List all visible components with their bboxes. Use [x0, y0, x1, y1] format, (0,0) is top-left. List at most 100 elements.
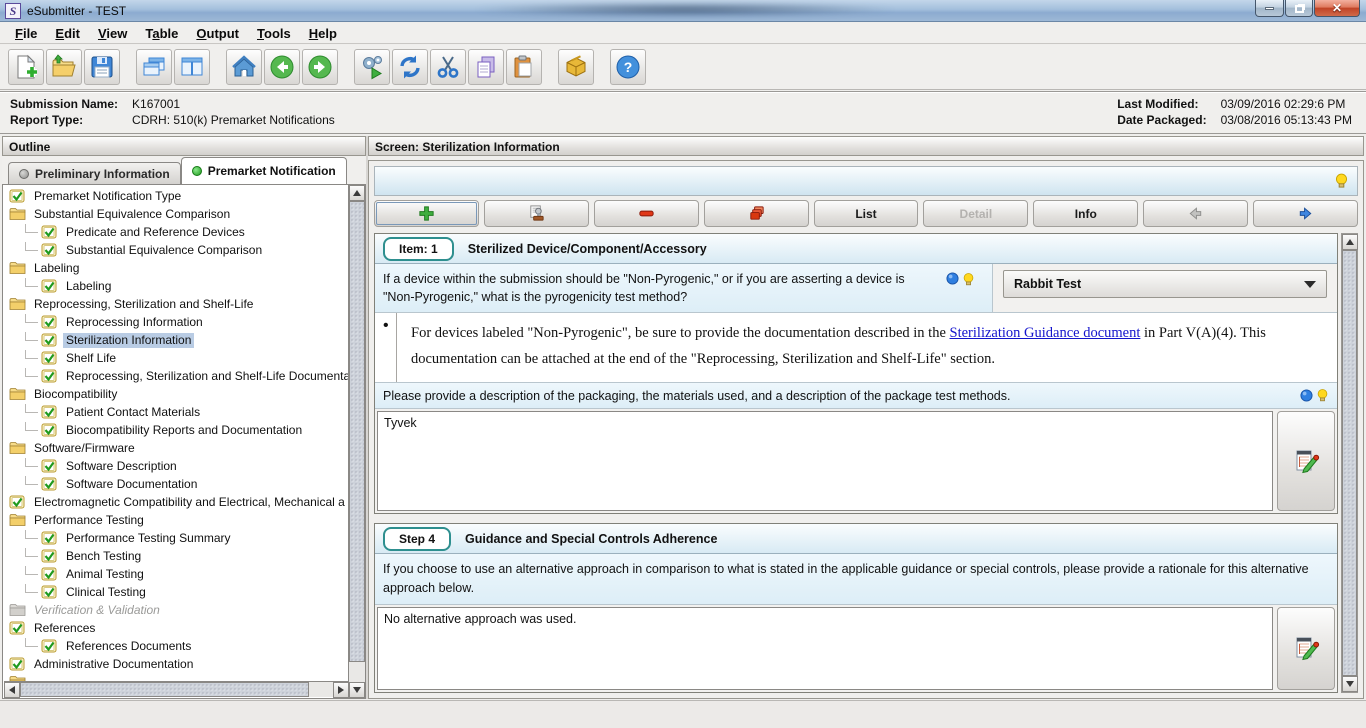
stamp-item-button[interactable]: [483, 200, 589, 227]
tree-item[interactable]: Labeling: [3, 277, 348, 295]
tree-item[interactable]: Biocompatibility: [3, 385, 348, 403]
tree-item[interactable]: Reprocessing Information: [3, 313, 348, 331]
copy-button[interactable]: [468, 49, 504, 85]
minimize-button[interactable]: [1255, 0, 1284, 17]
alternative-approach-answer-row: No alternative approach was used.: [375, 604, 1337, 692]
menu-help[interactable]: Help: [300, 24, 346, 43]
tree-item-label: Labeling: [34, 260, 80, 275]
tree-item[interactable]: Substantial Equivalence Comparison: [3, 205, 348, 223]
tree-item[interactable]: Reprocessing, Sterilization and Shelf-Li…: [3, 295, 348, 313]
tree-item[interactable]: Patient Contact Materials: [3, 403, 348, 421]
vertical-scrollbar-thumb[interactable]: [349, 201, 365, 662]
vertical-scrollbar-thumb[interactable]: [1342, 250, 1357, 676]
scroll-left-button[interactable]: [4, 682, 20, 698]
tree-item[interactable]: Software Description: [3, 457, 348, 475]
menu-table[interactable]: Table: [136, 24, 187, 43]
tree-item[interactable]: Performance Testing: [3, 511, 348, 529]
next-item-button[interactable]: [1253, 200, 1359, 227]
tree-item[interactable]: Biocompatibility Reports and Documentati…: [3, 421, 348, 439]
pyrogenicity-test-dropdown[interactable]: Rabbit Test: [1003, 270, 1327, 298]
packaging-answer-textarea[interactable]: Tyvek: [377, 411, 1273, 511]
scroll-right-button[interactable]: [333, 682, 348, 698]
scroll-down-button[interactable]: [349, 682, 365, 698]
screen-vertical-scrollbar[interactable]: [1341, 233, 1358, 693]
tab-premarket-notification[interactable]: Premarket Notification: [180, 157, 347, 184]
tree-item[interactable]: Electromagnetic Compatibility and Electr…: [3, 493, 348, 511]
tree-item[interactable]: Reprocessing, Sterilization and Shelf-Li…: [3, 367, 348, 385]
tree-item[interactable]: Premarket Notification Type: [3, 187, 348, 205]
menu-view[interactable]: View: [89, 24, 136, 43]
tree-item[interactable]: Shelf Life: [3, 349, 348, 367]
submission-info-bar: Submission Name: K167001 Report Type: CD…: [0, 91, 1366, 134]
tree-item[interactable]: Verification & Validation: [3, 601, 348, 619]
alternative-approach-textarea[interactable]: No alternative approach was used.: [377, 606, 1273, 690]
tree-item[interactable]: References Documents: [3, 637, 348, 655]
list-button[interactable]: List: [813, 200, 919, 227]
copy-icon: [477, 56, 495, 78]
tree-item-label: References: [34, 620, 96, 635]
back-button[interactable]: [264, 49, 300, 85]
menu-file[interactable]: File: [6, 24, 46, 43]
duplicate-icon: [749, 206, 764, 220]
menu-tools[interactable]: Tools: [248, 24, 300, 43]
horizontal-scrollbar-thumb[interactable]: [20, 682, 309, 697]
tree-item[interactable]: Predicate and Reference Devices: [3, 223, 348, 241]
lightbulb-icon[interactable]: [1316, 388, 1329, 403]
tree-item[interactable]: Substantial Equivalence Comparison: [3, 241, 348, 259]
scroll-up-button[interactable]: [349, 185, 365, 201]
lightbulb-icon[interactable]: [962, 272, 975, 287]
scroll-down-button[interactable]: [1342, 676, 1358, 692]
cascade-windows-button[interactable]: [136, 49, 172, 85]
package-button[interactable]: [558, 49, 594, 85]
tree-connector: [25, 547, 38, 557]
tree-item-label: Shelf Life: [66, 350, 117, 365]
tree-item[interactable]: Animal Testing: [3, 565, 348, 583]
tree-vertical-scrollbar[interactable]: [348, 185, 365, 698]
tree-horizontal-scrollbar[interactable]: [4, 681, 348, 698]
blue-dot-icon[interactable]: [1300, 389, 1313, 402]
tree-item[interactable]: References: [3, 619, 348, 637]
edit-alternative-approach-button[interactable]: [1277, 606, 1335, 690]
guidance-note-text: For devices labeled "Non-Pyrogenic", be …: [397, 313, 1337, 382]
close-button[interactable]: ✕: [1314, 0, 1360, 17]
tree-item[interactable]: Sterilization Information: [3, 331, 348, 349]
refresh-button[interactable]: [392, 49, 428, 85]
open-button[interactable]: [46, 49, 82, 85]
menu-edit[interactable]: Edit: [46, 24, 89, 43]
tree-item[interactable]: Performance Testing Summary: [3, 529, 348, 547]
edit-packaging-answer-button[interactable]: [1277, 411, 1335, 511]
sterilization-guidance-link[interactable]: Sterilization Guidance document: [950, 325, 1141, 341]
new-document-button[interactable]: [8, 49, 44, 85]
save-button[interactable]: [84, 49, 120, 85]
help-button[interactable]: ?: [610, 49, 646, 85]
tree-item[interactable]: Bench Testing: [3, 547, 348, 565]
info-button[interactable]: Info: [1033, 200, 1139, 227]
cut-button[interactable]: [430, 49, 466, 85]
tab-preliminary-information[interactable]: Preliminary Information: [8, 162, 181, 184]
forward-button[interactable]: [302, 49, 338, 85]
paste-button[interactable]: [506, 49, 542, 85]
detail-button[interactable]: Detail: [923, 200, 1029, 227]
tree-item[interactable]: Clinical Testing: [3, 583, 348, 601]
tree-item-label: Animal Testing: [66, 566, 144, 581]
tree-item[interactable]: Administrative Documentation: [3, 655, 348, 673]
tree-item-label: Administrative Documentation: [34, 656, 194, 671]
scroll-up-button[interactable]: [1342, 234, 1358, 250]
tree-connector: [25, 241, 38, 251]
duplicate-item-button[interactable]: [703, 200, 809, 227]
blue-dot-icon[interactable]: [946, 272, 959, 285]
remove-item-button[interactable]: [593, 200, 699, 227]
restore-button[interactable]: [1285, 0, 1313, 17]
tree-item-label: Sterilization Information: [63, 332, 195, 348]
tree-item[interactable]: Software/Firmware: [3, 439, 348, 457]
split-view-button[interactable]: [174, 49, 210, 85]
lightbulb-icon[interactable]: [1334, 173, 1349, 189]
date-packaged-label: Date Packaged:: [1117, 113, 1207, 127]
tree-item[interactable]: Software Documentation: [3, 475, 348, 493]
previous-item-button[interactable]: [1143, 200, 1249, 227]
home-button[interactable]: [226, 49, 262, 85]
add-item-button[interactable]: [374, 200, 479, 227]
menu-output[interactable]: Output: [187, 24, 248, 43]
tree-item[interactable]: Labeling: [3, 259, 348, 277]
run-report-button[interactable]: [354, 49, 390, 85]
